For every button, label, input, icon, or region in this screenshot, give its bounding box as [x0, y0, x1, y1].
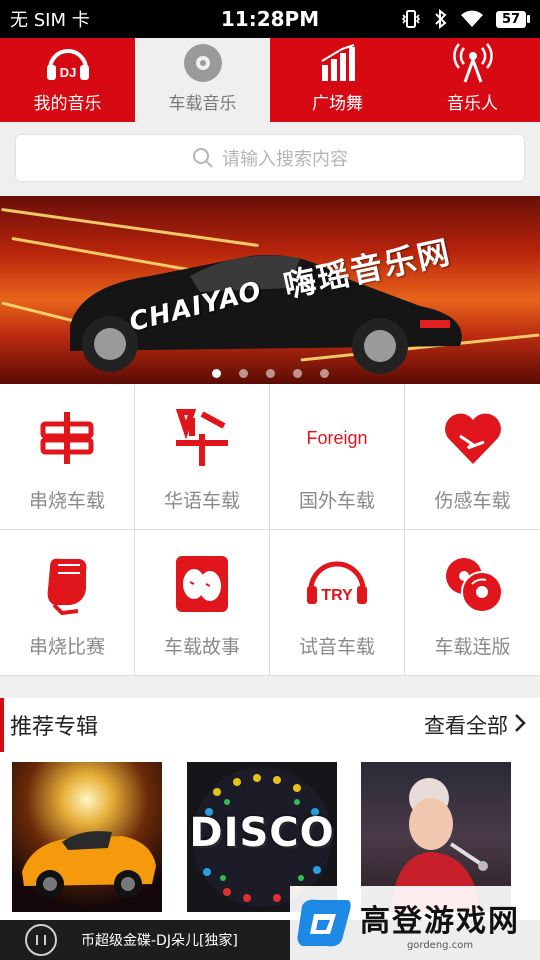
fist-icon	[32, 552, 102, 616]
svg-text:DJ: DJ	[59, 65, 76, 80]
tab-label: 广场舞	[312, 94, 363, 114]
search-placeholder: 请输入搜索内容	[222, 149, 348, 170]
tab-musicians[interactable]: 音乐人	[405, 38, 540, 122]
tab-car-music[interactable]: 车载音乐	[135, 38, 270, 122]
wifi-icon	[460, 10, 484, 28]
hua-icon	[167, 406, 237, 470]
search-input[interactable]: 请输入搜索内容	[15, 134, 525, 182]
category-chinese-car[interactable]: 华语车载	[135, 384, 270, 530]
faces-icon	[167, 552, 237, 616]
carousel-dot[interactable]	[265, 369, 275, 378]
vibrate-icon	[400, 9, 422, 29]
tab-square-dance[interactable]: 广场舞	[270, 38, 405, 122]
category-label: 车载故事	[163, 636, 240, 658]
album-cover-text: DISCO	[189, 810, 335, 856]
view-all-label: 查看全部	[424, 714, 508, 738]
carousel-indicator	[0, 369, 540, 378]
category-sound-test-car[interactable]: TRY 试音车载	[270, 530, 405, 676]
category-label: 华语车载	[163, 490, 240, 512]
view-all-link[interactable]: 查看全部	[424, 710, 526, 740]
promo-banner[interactable]: CHAIYAO 嗨瑶音乐网	[0, 196, 540, 384]
foreign-icon: Foreign	[302, 406, 372, 470]
carousel-dot[interactable]	[211, 369, 221, 378]
try-icon-text: TRY	[321, 587, 353, 604]
dj-headphones-icon: DJ	[44, 41, 92, 85]
watermark-title: 高登游戏网	[360, 903, 520, 939]
category-chuanshao-car[interactable]: 串烧车载	[0, 384, 135, 530]
status-icons: 57	[400, 9, 530, 29]
category-label: 串烧比赛	[28, 636, 105, 658]
category-sad-car[interactable]: 伤感车载	[405, 384, 540, 530]
play-icon	[36, 935, 46, 945]
category-label: 伤感车载	[434, 490, 511, 512]
tab-label: 音乐人	[447, 94, 498, 114]
carousel-dot[interactable]	[238, 369, 248, 378]
foreign-icon-text: Foreign	[306, 427, 368, 448]
carousel-dot[interactable]	[292, 369, 302, 378]
battery-level: 57	[496, 10, 526, 28]
discs-icon	[438, 552, 508, 616]
category-chuanshao-contest[interactable]: 串烧比赛	[0, 530, 135, 676]
section-title: 推荐专辑	[10, 715, 99, 740]
category-label: 车载连版	[434, 636, 511, 658]
category-car-stories[interactable]: 车载故事	[135, 530, 270, 676]
battery-icon: 57	[496, 10, 530, 28]
bar-chart-icon	[314, 41, 362, 85]
tab-my-music[interactable]: DJ 我的音乐	[0, 38, 135, 122]
disc-icon	[179, 41, 227, 85]
carousel-dot[interactable]	[319, 369, 329, 378]
watermark: 高登游戏网 gordeng.com	[290, 886, 540, 960]
top-tab-bar: DJ 我的音乐 车载音乐 广场舞 音乐人	[0, 38, 540, 122]
album-cover-sports-car[interactable]	[12, 762, 162, 912]
tab-label: 车载音乐	[168, 94, 237, 114]
antenna-icon	[449, 41, 497, 85]
play-button[interactable]	[25, 924, 57, 956]
chevron-right-icon	[514, 713, 526, 738]
chuan-icon	[32, 406, 102, 470]
category-grid: 串烧车载 华语车载 Foreign 国外车载 伤感车载 串烧比赛 车载故事 TR…	[0, 384, 540, 676]
broken-heart-icon	[438, 406, 508, 470]
category-label: 试音车载	[298, 636, 375, 658]
now-playing-title: 币超级金碟-DJ朵儿[独家]	[81, 933, 238, 949]
watermark-logo-icon	[297, 899, 351, 947]
tab-label: 我的音乐	[33, 94, 102, 114]
carrier-label: 无 SIM 卡	[10, 10, 90, 31]
search-icon	[192, 147, 214, 169]
watermark-url: gordeng.com	[406, 939, 474, 951]
status-bar: 无 SIM 卡 11:28PM 57	[0, 0, 540, 38]
try-headphones-icon: TRY	[302, 552, 372, 616]
bluetooth-icon	[434, 9, 448, 29]
section-accent-bar	[0, 698, 4, 752]
category-foreign-car[interactable]: Foreign 国外车载	[270, 384, 405, 530]
category-car-megamix[interactable]: 车载连版	[405, 530, 540, 676]
search-bar-container: 请输入搜索内容	[0, 122, 540, 196]
category-label: 国外车载	[298, 490, 375, 512]
recommended-header: 推荐专辑 查看全部	[0, 698, 540, 752]
category-label: 串烧车载	[28, 490, 105, 512]
